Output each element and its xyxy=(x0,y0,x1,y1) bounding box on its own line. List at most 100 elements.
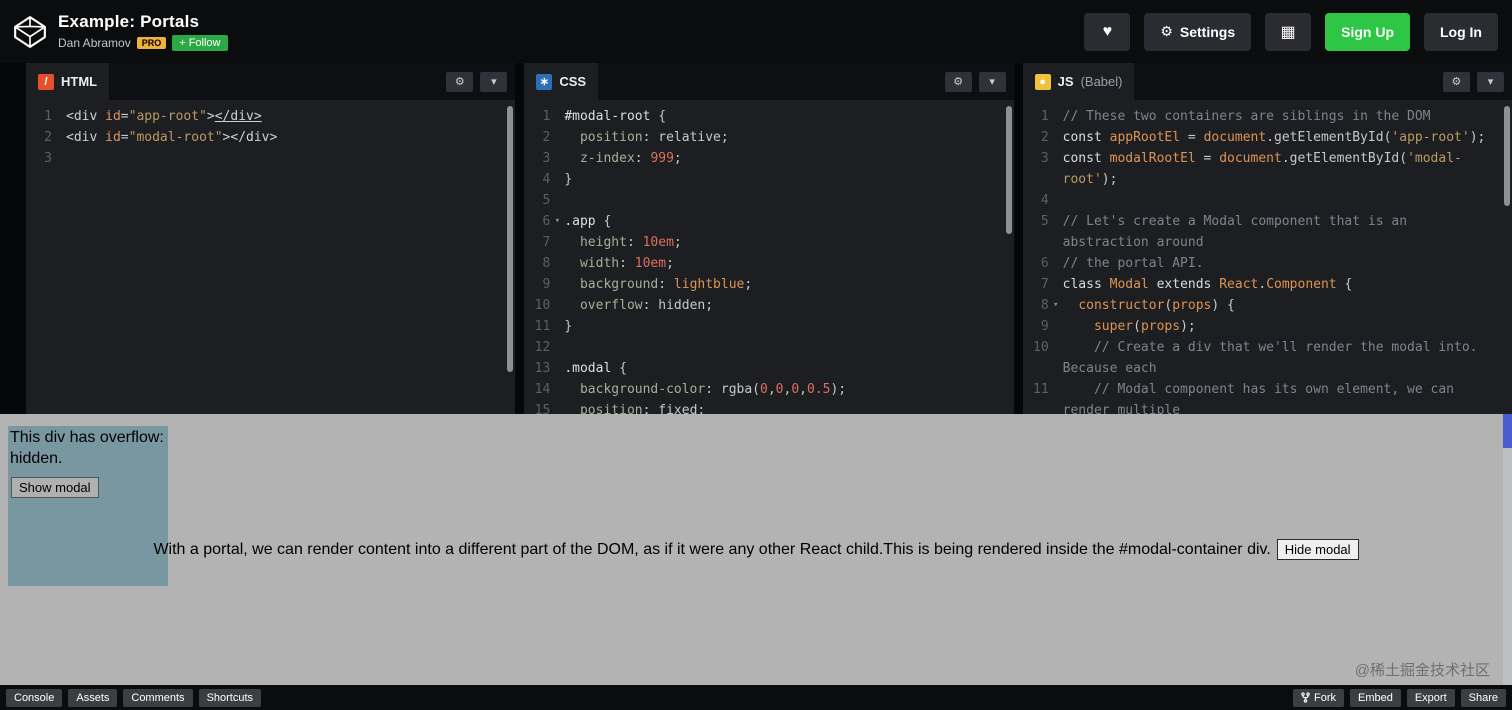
code-line: 10 // Create a div that we'll render the… xyxy=(1023,337,1512,358)
fold-arrow-icon[interactable]: ▾ xyxy=(550,211,564,232)
css-editor-collapse-button[interactable]: ▾ xyxy=(978,71,1006,92)
line-number xyxy=(1023,358,1049,379)
chevron-down-icon: ▾ xyxy=(989,76,995,88)
fork-icon xyxy=(1301,692,1310,703)
settings-button[interactable]: ⚙ Settings xyxy=(1144,12,1252,51)
preview-scrollbar-thumb[interactable] xyxy=(1503,414,1512,448)
js-editor-settings-button[interactable]: ⚙ xyxy=(1442,71,1470,92)
line-number: 1 xyxy=(1040,109,1049,124)
code-line: 8 ▾ constructor(props) { xyxy=(1023,295,1512,316)
code-line: 4 xyxy=(1023,190,1512,211)
share-button[interactable]: Share xyxy=(1460,688,1506,707)
code-line: 15 position: fixed; xyxy=(524,400,1013,414)
log-in-button[interactable]: Log In xyxy=(1424,12,1498,51)
js-editor-tabbar: ● JS (Babel) ⚙ ▾ xyxy=(1022,63,1512,100)
tab-js-label: JS xyxy=(1057,74,1074,89)
code-line: 13 .modal { xyxy=(524,358,1013,379)
line-number xyxy=(1023,232,1049,253)
code-line: 7 class Modal extends React.Component { xyxy=(1023,274,1512,295)
code-line: 12 xyxy=(524,337,1013,358)
code-line: 2 <div id="modal-root"></div> xyxy=(26,127,515,148)
sign-up-button[interactable]: Sign Up xyxy=(1325,12,1410,51)
console-button[interactable]: Console xyxy=(6,688,63,707)
line-number: 10 xyxy=(1033,340,1049,355)
js-editor-scrollbar[interactable] xyxy=(1503,106,1510,206)
code-text: height: 10em; xyxy=(579,235,682,250)
fold-gutter xyxy=(550,295,564,316)
html-code-editor[interactable]: 1 <div id="app-root"></div> 2 <div id="moda… xyxy=(26,100,516,414)
code-text: class Modal extends React.Component { xyxy=(1062,277,1353,292)
gear-icon: ⚙ xyxy=(454,76,465,88)
line-number: 3 xyxy=(542,151,551,166)
fold-gutter xyxy=(1049,127,1063,148)
fold-gutter xyxy=(1049,190,1063,211)
fold-arrow-icon[interactable]: ▾ xyxy=(1049,295,1063,316)
preview-scrollbar[interactable] xyxy=(1503,414,1512,685)
codepen-logo[interactable] xyxy=(10,13,50,51)
js-code-editor[interactable]: 1 // These two containers are siblings in… xyxy=(1022,100,1512,414)
code-line: 1 // These two containers are siblings in… xyxy=(1023,106,1512,127)
fold-gutter xyxy=(1049,169,1063,190)
line-number: 2 xyxy=(1040,130,1049,145)
code-line: 4} xyxy=(524,169,1013,190)
modal-text: With a portal, we can render content int… xyxy=(153,540,1271,558)
fold-gutter xyxy=(1049,148,1063,169)
html-editor-settings-button[interactable]: ⚙ xyxy=(446,71,474,92)
code-text: constructor(props) { xyxy=(1078,298,1235,313)
line-number: 2 xyxy=(44,130,52,145)
fold-gutter xyxy=(1049,316,1063,337)
code-line: 10 overflow: hidden; xyxy=(524,295,1013,316)
fold-gutter xyxy=(550,106,564,127)
code-line: 3 const modalRootEl = document.getElement… xyxy=(1023,148,1512,169)
gear-icon: ⚙ xyxy=(1451,76,1462,88)
code-text: width: 10em; xyxy=(579,256,674,271)
line-number: 13 xyxy=(534,361,551,376)
css-editor-scrollbar[interactable] xyxy=(1005,106,1012,234)
fold-gutter xyxy=(1049,358,1063,379)
fold-gutter xyxy=(550,337,564,358)
code-text: z-index: 999; xyxy=(579,151,682,166)
code-text: .app { xyxy=(564,214,612,229)
tab-js-sublabel: (Babel) xyxy=(1080,74,1123,89)
fork-button[interactable]: Fork xyxy=(1292,688,1344,707)
line-number: 11 xyxy=(1033,382,1049,397)
code-line: 5 xyxy=(524,190,1013,211)
fold-gutter xyxy=(550,400,564,414)
follow-button[interactable]: + Follow xyxy=(172,35,228,51)
code-line: 1 #modal-root { xyxy=(524,106,1013,127)
layout-grid-button[interactable]: ▦ xyxy=(1265,12,1312,51)
code-text: Because each xyxy=(1062,361,1157,376)
tab-html[interactable]: / HTML xyxy=(26,63,110,100)
line-number: 9 xyxy=(542,277,551,292)
pro-badge: PRO xyxy=(136,37,167,49)
line-number: 14 xyxy=(534,382,551,397)
embed-button[interactable]: Embed xyxy=(1349,688,1401,707)
html-editor-collapse-button[interactable]: ▾ xyxy=(480,71,508,92)
gear-icon: ⚙ xyxy=(1160,23,1173,39)
hide-modal-button[interactable]: Hide modal xyxy=(1276,539,1359,560)
assets-button[interactable]: Assets xyxy=(68,688,118,707)
pen-title: Example: Portals xyxy=(58,12,200,31)
css-editor-settings-button[interactable]: ⚙ xyxy=(944,71,972,92)
header: Example: Portals Dan Abramov PRO + Follo… xyxy=(0,0,1512,63)
css-code-editor[interactable]: 1 #modal-root {2 position: relative; 3 z-i… xyxy=(524,100,1014,414)
line-number: 5 xyxy=(1040,214,1049,229)
fold-gutter xyxy=(550,253,564,274)
code-text: <div id="app-root"></div> xyxy=(66,109,262,124)
fold-gutter xyxy=(1049,211,1063,232)
fold-gutter xyxy=(1049,232,1063,253)
export-button[interactable]: Export xyxy=(1406,688,1455,707)
code-line: abstraction around xyxy=(1023,232,1512,253)
comments-button[interactable]: Comments xyxy=(123,688,193,707)
tab-js[interactable]: ● JS (Babel) xyxy=(1022,63,1135,100)
html-editor-scrollbar[interactable] xyxy=(507,106,514,372)
modal-content: With a portal, we can render content int… xyxy=(0,414,1512,685)
line-number xyxy=(1023,400,1049,414)
shortcuts-button[interactable]: Shortcuts xyxy=(198,688,262,707)
grid-icon: ▦ xyxy=(1280,23,1296,41)
like-button[interactable]: ♥ xyxy=(1084,12,1131,51)
js-editor-collapse-button[interactable]: ▾ xyxy=(1476,71,1504,92)
tab-css[interactable]: ∗ CSS xyxy=(524,63,599,100)
author-name[interactable]: Dan Abramov xyxy=(58,36,131,50)
